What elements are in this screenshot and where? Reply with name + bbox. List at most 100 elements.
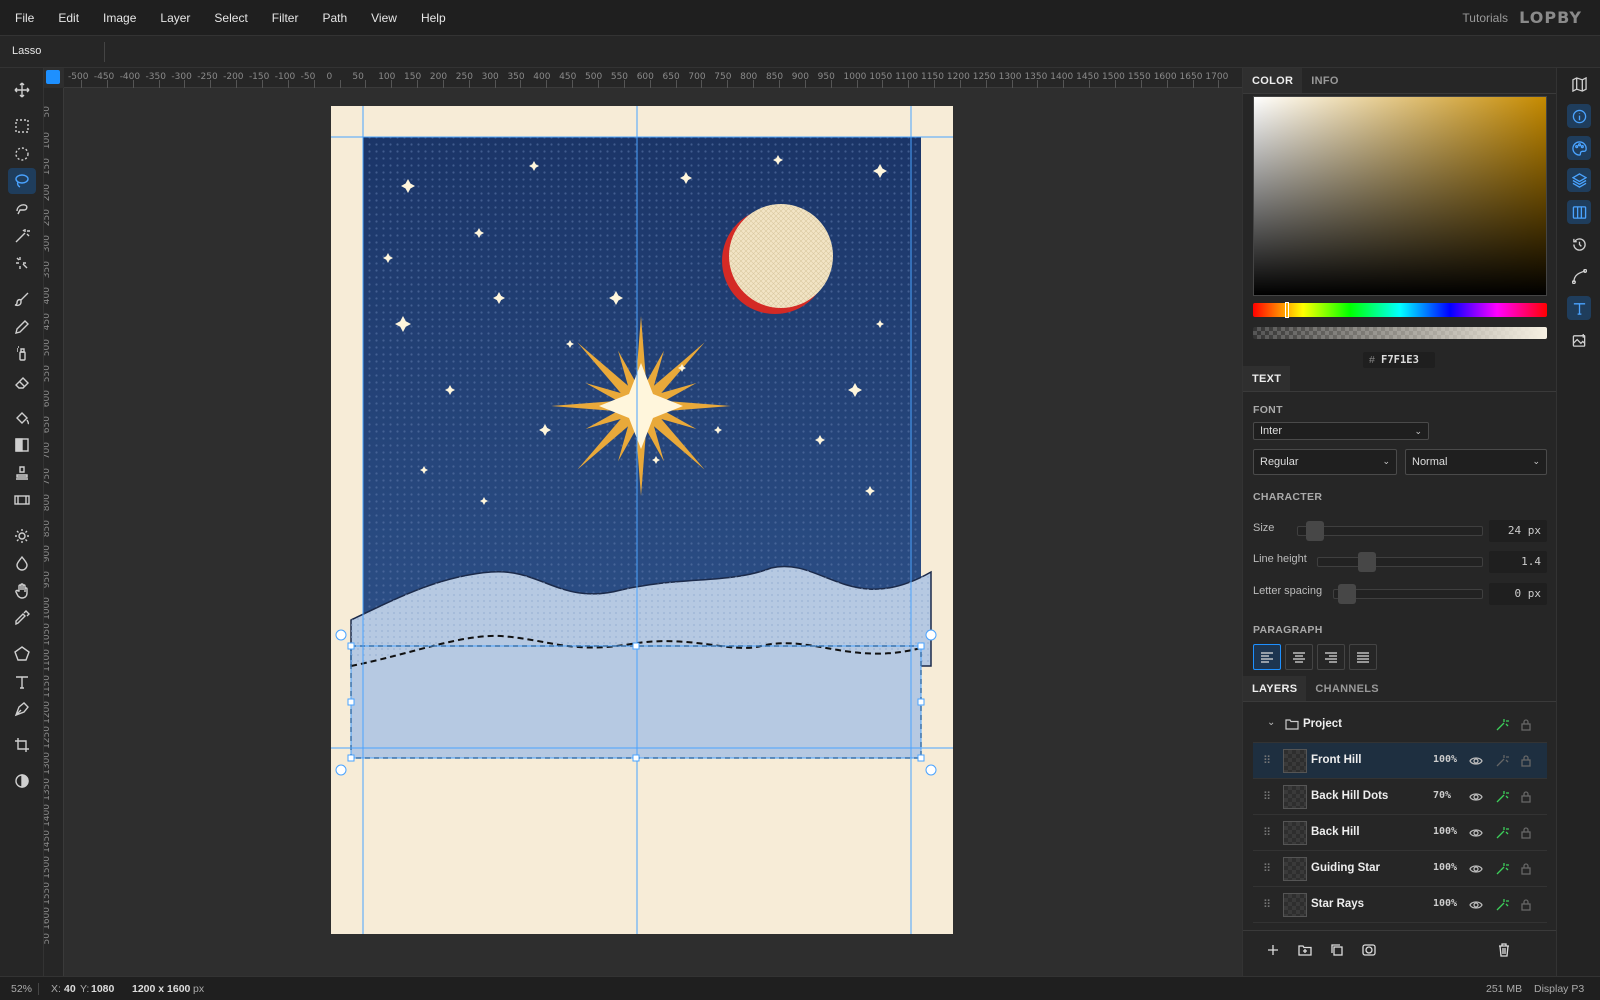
layer-row[interactable]: ⠿ Star Rays 100% bbox=[1253, 887, 1547, 923]
hue-slider[interactable] bbox=[1253, 302, 1547, 318]
menu-select[interactable]: Select bbox=[202, 0, 259, 36]
tab-color[interactable]: COLOR bbox=[1243, 68, 1303, 93]
font-weight-select[interactable]: Regular ⌄ bbox=[1253, 449, 1397, 475]
burn-tool[interactable] bbox=[8, 550, 36, 576]
magic-sparkle-icon[interactable] bbox=[1495, 790, 1509, 804]
mask-icon[interactable] bbox=[1362, 943, 1376, 957]
tab-channels[interactable]: CHANNELS bbox=[1306, 676, 1388, 701]
eraser-tool[interactable] bbox=[8, 369, 36, 395]
dock-color[interactable] bbox=[1567, 136, 1591, 160]
dock-history[interactable] bbox=[1567, 232, 1591, 256]
horizontal-ruler[interactable]: -500 -450 -400 -350 -300 -250 -200 -150 -100 -50 0… bbox=[64, 68, 1242, 88]
magic-sparkle-icon[interactable] bbox=[1495, 754, 1509, 768]
trash-icon[interactable] bbox=[1497, 943, 1511, 957]
object-select-tool[interactable] bbox=[8, 250, 36, 276]
add-layer-icon[interactable] bbox=[1266, 943, 1280, 957]
align-left-button[interactable] bbox=[1253, 644, 1281, 670]
layer-opacity[interactable]: 70% bbox=[1433, 790, 1451, 801]
tab-text[interactable]: TEXT bbox=[1243, 366, 1291, 391]
lock-icon[interactable] bbox=[1519, 826, 1533, 840]
lock-icon[interactable] bbox=[1519, 790, 1533, 804]
dock-image[interactable] bbox=[1567, 328, 1591, 352]
menu-layer[interactable]: Layer bbox=[148, 0, 202, 36]
dock-paths[interactable] bbox=[1567, 264, 1591, 288]
drag-handle-icon[interactable]: ⠿ bbox=[1263, 826, 1271, 839]
line-height-slider-thumb[interactable] bbox=[1358, 552, 1376, 572]
size-slider[interactable] bbox=[1297, 521, 1483, 541]
menu-file[interactable]: File bbox=[0, 0, 46, 36]
menu-edit[interactable]: Edit bbox=[46, 0, 91, 36]
eye-icon[interactable] bbox=[1469, 754, 1483, 768]
ellipse-marquee-tool[interactable] bbox=[8, 141, 36, 167]
move-tool[interactable] bbox=[8, 77, 36, 103]
canvas-workspace[interactable]: -500 -450 -400 -350 -300 -250 -200 -150 -100 -50 0… bbox=[44, 68, 1242, 976]
lock-icon[interactable] bbox=[1519, 898, 1533, 912]
size-input[interactable]: 24 px bbox=[1489, 520, 1547, 542]
line-height-slider[interactable] bbox=[1317, 552, 1483, 572]
tutorials-link[interactable]: Tutorials bbox=[1462, 0, 1508, 36]
menu-view[interactable]: View bbox=[359, 0, 409, 36]
quick-selection-tool[interactable] bbox=[8, 196, 36, 222]
drag-handle-icon[interactable]: ⠿ bbox=[1263, 790, 1271, 803]
alpha-slider[interactable] bbox=[1253, 327, 1547, 339]
duplicate-icon[interactable] bbox=[1330, 943, 1344, 957]
tab-info[interactable]: INFO bbox=[1302, 68, 1347, 93]
layer-name[interactable]: Front Hill bbox=[1311, 754, 1361, 766]
layer-opacity[interactable]: 100% bbox=[1433, 898, 1457, 909]
tab-layers[interactable]: LAYERS bbox=[1243, 676, 1307, 701]
size-slider-thumb[interactable] bbox=[1306, 521, 1324, 541]
layer-opacity[interactable]: 100% bbox=[1433, 862, 1457, 873]
layer-opacity[interactable]: 100% bbox=[1433, 754, 1457, 765]
zoom-level[interactable]: 52% bbox=[11, 983, 32, 995]
chevron-down-icon[interactable]: ⌄ bbox=[1267, 717, 1275, 728]
magic-sparkle-icon[interactable] bbox=[1495, 862, 1509, 876]
layer-row[interactable]: ⠿ Back Hill Dots 70% bbox=[1253, 779, 1547, 815]
align-right-button[interactable] bbox=[1317, 644, 1345, 670]
letter-spacing-input[interactable]: 0 px bbox=[1489, 583, 1547, 605]
magic-sparkle-icon[interactable] bbox=[1495, 898, 1509, 912]
paint-bucket-tool[interactable] bbox=[8, 405, 36, 431]
align-center-button[interactable] bbox=[1285, 644, 1313, 670]
magic-wand-tool[interactable] bbox=[8, 223, 36, 249]
line-height-input[interactable]: 1.4 bbox=[1489, 551, 1547, 573]
drag-handle-icon[interactable]: ⠿ bbox=[1263, 862, 1271, 875]
lock-icon[interactable] bbox=[1519, 754, 1533, 768]
eye-icon[interactable] bbox=[1469, 898, 1483, 912]
filmstrip-tool[interactable] bbox=[8, 487, 36, 513]
layer-row[interactable]: ⠿ Front Hill 100% bbox=[1253, 743, 1547, 779]
letter-spacing-slider-thumb[interactable] bbox=[1338, 584, 1356, 604]
spray-tool[interactable] bbox=[8, 341, 36, 367]
dock-info[interactable] bbox=[1567, 104, 1591, 128]
dock-layers[interactable] bbox=[1567, 168, 1591, 192]
brush-tool[interactable] bbox=[8, 286, 36, 312]
hue-slider-thumb[interactable] bbox=[1285, 302, 1289, 318]
lock-icon[interactable] bbox=[1519, 862, 1533, 876]
vertical-ruler[interactable]: 50 100 150 200 250 300 350 400 450 500 550 600 650 70… bbox=[44, 88, 64, 976]
font-family-select[interactable]: Inter ⌄ bbox=[1253, 422, 1429, 440]
pencil-tool[interactable] bbox=[8, 314, 36, 340]
layer-name[interactable]: Back Hill bbox=[1311, 826, 1360, 838]
layer-name[interactable]: Guiding Star bbox=[1311, 862, 1380, 874]
eyedropper-tool[interactable] bbox=[8, 605, 36, 631]
type-tool[interactable] bbox=[8, 669, 36, 695]
layer-name[interactable]: Star Rays bbox=[1311, 898, 1364, 910]
drag-handle-icon[interactable]: ⠿ bbox=[1263, 754, 1271, 767]
layer-row[interactable]: ⠿ Guiding Star 100% bbox=[1253, 851, 1547, 887]
layer-row[interactable]: ⠿ Back Hill 100% bbox=[1253, 815, 1547, 851]
align-justify-button[interactable] bbox=[1349, 644, 1377, 670]
document-canvas[interactable] bbox=[331, 106, 953, 934]
menu-path[interactable]: Path bbox=[310, 0, 359, 36]
ruler-origin-button[interactable] bbox=[46, 70, 60, 84]
lock-icon[interactable] bbox=[1519, 718, 1533, 732]
clone-stamp-tool[interactable] bbox=[8, 460, 36, 486]
polygon-tool[interactable] bbox=[8, 641, 36, 667]
menu-image[interactable]: Image bbox=[91, 0, 148, 36]
eye-icon[interactable] bbox=[1469, 862, 1483, 876]
color-picker-field[interactable] bbox=[1253, 96, 1547, 296]
dock-map[interactable] bbox=[1567, 72, 1591, 96]
gradient-tool[interactable] bbox=[8, 432, 36, 458]
magic-sparkle-icon[interactable] bbox=[1495, 718, 1509, 732]
dock-text[interactable] bbox=[1567, 296, 1591, 320]
crop-tool[interactable] bbox=[8, 732, 36, 758]
dodge-tool[interactable] bbox=[8, 523, 36, 549]
